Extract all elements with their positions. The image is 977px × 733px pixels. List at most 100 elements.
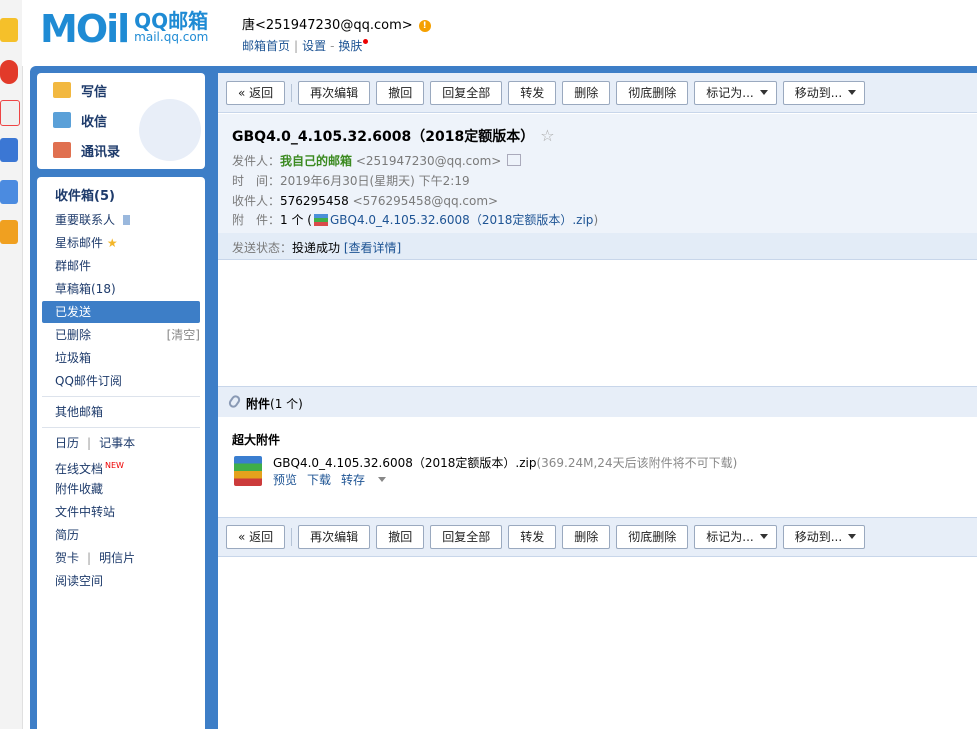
folder-label: 其他邮箱 — [55, 405, 104, 419]
to-row: 收件人：576295458 <576295458@qq.com> — [232, 192, 498, 209]
folder-label: 草稿箱(18) — [55, 282, 116, 296]
list-app-icon[interactable] — [0, 138, 18, 162]
sidebar-divider — [42, 427, 200, 428]
link-calendar[interactable]: 日历 — [55, 436, 79, 450]
link-postcard[interactable]: 明信片 — [99, 551, 135, 565]
star-icon: ★ — [106, 236, 118, 250]
link-greeting-card[interactable]: 贺卡 — [55, 551, 79, 565]
folder-deleted[interactable]: 已删除 [清空] — [55, 325, 200, 345]
toolbar-divider — [291, 83, 293, 102]
link-change-skin[interactable]: 换肤 — [338, 39, 362, 53]
attachment-link[interactable]: GBQ4.0_4.105.32.6008（2018定额版本）.zip — [330, 213, 593, 227]
mark-as-dropdown[interactable]: 标记为... — [694, 525, 777, 549]
mail-header: GBQ4.0_4.105.32.6008（2018定额版本） ☆ 发件人：我自己的… — [218, 114, 977, 234]
folder-list: 收件箱(5) 重要联系人 星标邮件 ★ 群邮件 草稿箱(18) 已发送 已删除 [… — [37, 177, 205, 733]
chevron-down-icon — [848, 534, 857, 539]
mark-as-dropdown[interactable]: 标记为... — [694, 80, 777, 105]
status-label: 发送状态： — [232, 241, 293, 255]
folder-label: 重要联系人 — [55, 213, 116, 227]
pipe-separator: | — [87, 436, 92, 450]
delete-button[interactable]: 删除 — [562, 80, 611, 105]
document-app-icon[interactable] — [0, 180, 18, 204]
weibo-icon[interactable] — [0, 60, 18, 84]
folder-drafts[interactable]: 草稿箱(18) — [55, 279, 116, 299]
folder-label: 附件收藏 — [55, 482, 104, 496]
link-resume[interactable]: 简历 — [55, 525, 79, 545]
reply-all-button[interactable]: 回复全部 — [430, 80, 503, 105]
view-details-link[interactable]: [查看详情] — [344, 241, 401, 255]
qq-mail-logo[interactable]: MOil QQ邮箱 mail.qq.com — [40, 10, 208, 48]
folder-label: 垃圾箱 — [55, 351, 92, 365]
preview-link[interactable]: 预览 — [273, 473, 297, 487]
folder-starred[interactable]: 星标邮件 ★ — [55, 233, 118, 253]
mail-subject: GBQ4.0_4.105.32.6008（2018定额版本） ☆ — [232, 126, 555, 146]
re-edit-button[interactable]: 再次编辑 — [298, 525, 371, 549]
time-row: 时 间：2019年6月30日(星期天) 下午2:19 — [232, 172, 470, 189]
attachment-file-name: GBQ4.0_4.105.32.6008（2018定额版本）.zip — [273, 456, 537, 470]
delivery-status-row: 发送状态：投递成功 [查看详情] — [218, 233, 977, 260]
clear-deleted-link[interactable]: [清空] — [167, 325, 200, 345]
forward-button[interactable]: 转发 — [508, 80, 557, 105]
header: MOil QQ邮箱 mail.qq.com 唐<251947230@qq.com… — [22, 0, 977, 66]
favorites-star-icon[interactable] — [0, 18, 18, 42]
move-to-dropdown[interactable]: 移动到... — [782, 80, 866, 105]
folder-spam[interactable]: 垃圾箱 — [55, 348, 91, 368]
link-reading-space[interactable]: 阅读空间 — [55, 571, 103, 591]
chevron-down-icon — [378, 477, 387, 482]
warning-icon[interactable]: ! — [418, 20, 431, 32]
recall-button[interactable]: 撤回 — [376, 80, 425, 105]
delete-forever-button[interactable]: 彻底删除 — [616, 80, 689, 105]
bottom-toolbar: « 返回 再次编辑 撤回 回复全部 转发 删除 彻底删除 标记为... 移动到.… — [218, 517, 977, 557]
re-edit-button[interactable]: 再次编辑 — [298, 80, 371, 105]
chevron-down-icon — [759, 89, 768, 95]
link-attachment-favorites[interactable]: 附件收藏 — [55, 479, 103, 499]
save-to-dropdown[interactable]: 转存 — [341, 473, 396, 487]
qq-mail-app-icon[interactable] — [0, 100, 20, 126]
from-label: 发件人： — [232, 154, 281, 168]
new-badge: NEW — [105, 461, 124, 470]
attachment-count: 1 个 ( — [280, 213, 312, 227]
link-notes[interactable]: 记事本 — [99, 436, 135, 450]
attachments-bar: 附件(1 个) — [218, 386, 977, 417]
attachments-title: 附件 — [246, 397, 271, 411]
folder-group-mail[interactable]: 群邮件 — [55, 256, 91, 276]
notes-app-icon[interactable] — [0, 220, 18, 244]
folder-subscriptions[interactable]: QQ邮件订阅 — [55, 371, 122, 391]
from-name[interactable]: 我自己的邮箱 — [280, 154, 352, 168]
notification-dot — [363, 39, 369, 44]
link-settings[interactable]: 设置 — [302, 39, 326, 53]
contact-card-icon[interactable] — [507, 154, 522, 166]
folder-label: 在线文档 — [55, 462, 104, 476]
move-to-dropdown[interactable]: 移动到... — [782, 525, 866, 549]
delete-button[interactable]: 删除 — [562, 525, 611, 549]
paperclip-icon — [227, 393, 242, 410]
star-outline-icon[interactable]: ☆ — [540, 126, 554, 145]
link-mail-home[interactable]: 邮箱首页 — [242, 39, 290, 53]
toolbar-divider — [291, 528, 293, 546]
to-name[interactable]: 576295458 — [280, 194, 349, 208]
attachment-file-info: (369.24M,24天后该附件将不可下载) — [536, 456, 738, 470]
folder-label: 简历 — [55, 528, 80, 542]
folder-label: 已发送 — [55, 305, 92, 319]
folder-inbox[interactable]: 收件箱(5) — [55, 187, 115, 207]
sidebar-divider — [42, 396, 200, 397]
link-online-docs[interactable]: 在线文档 NEW — [55, 456, 124, 476]
folder-important-contacts[interactable]: 重要联系人 — [55, 210, 130, 230]
back-button[interactable]: « 返回 — [226, 80, 286, 105]
delete-forever-button[interactable]: 彻底删除 — [616, 525, 689, 549]
attachment-close-paren: ) — [593, 213, 599, 227]
attachments-count: (1 个) — [270, 397, 303, 411]
back-button[interactable]: « 返回 — [226, 525, 286, 549]
user-account: 唐<251947230@qq.com> — [242, 18, 413, 33]
link-file-transfer[interactable]: 文件中转站 — [55, 502, 115, 522]
forward-button[interactable]: 转发 — [508, 525, 557, 549]
status-value: 投递成功 — [292, 241, 341, 255]
folder-sent[interactable]: 已发送 — [42, 301, 200, 323]
top-toolbar: « 返回 再次编辑 撤回 回复全部 转发 删除 彻底删除 标记为... 移动到.… — [218, 73, 977, 113]
penguin-watermark-icon — [139, 99, 201, 161]
reply-all-button[interactable]: 回复全部 — [430, 525, 503, 549]
folder-other-mailboxes[interactable]: 其他邮箱 — [55, 402, 103, 422]
download-link[interactable]: 下载 — [307, 473, 331, 487]
recall-button[interactable]: 撤回 — [376, 525, 425, 549]
header-dash: - — [330, 39, 335, 53]
